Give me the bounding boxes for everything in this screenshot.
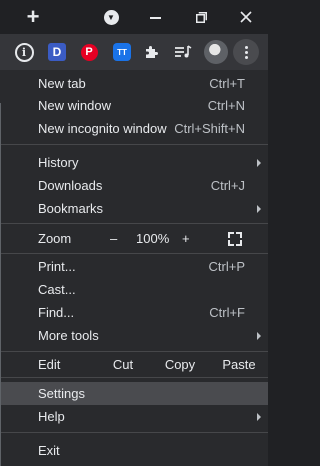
menu-separator [0, 351, 268, 352]
paste-button[interactable]: Paste [215, 353, 263, 376]
menu-item-new-tab[interactable]: New tab Ctrl+T [0, 72, 268, 95]
submenu-arrow-icon [257, 159, 261, 167]
menu-item-help[interactable]: Help [0, 405, 268, 428]
title-bar: + ▼ [0, 0, 268, 34]
minimize-icon [149, 17, 161, 19]
three-dots-icon[interactable] [233, 39, 259, 65]
menu-separator [0, 432, 268, 433]
menu-item-more-tools[interactable]: More tools [0, 324, 268, 347]
restore-button[interactable] [192, 0, 210, 34]
avatar[interactable] [203, 39, 229, 65]
menu-separator [0, 144, 268, 145]
zoom-in-button[interactable]: + [182, 227, 190, 250]
menu-separator [0, 223, 268, 224]
submenu-arrow-icon [257, 332, 261, 340]
menu-item-exit[interactable]: Exit [0, 439, 268, 462]
menu-item-downloads[interactable]: Downloads Ctrl+J [0, 174, 268, 197]
close-icon [240, 11, 252, 23]
submenu-arrow-icon [257, 205, 261, 213]
plus-icon[interactable]: + [22, 0, 44, 34]
menu-item-settings[interactable]: Settings [0, 382, 268, 405]
minimize-button[interactable] [146, 0, 164, 34]
profile-avatar-image [204, 40, 228, 64]
restore-icon [195, 11, 207, 23]
fullscreen-icon[interactable] [228, 232, 242, 246]
pinterest-icon[interactable]: P [77, 40, 101, 64]
chrome-main-menu: New tab Ctrl+T New window Ctrl+N New inc… [0, 70, 268, 466]
menu-item-zoom: Zoom – 100% + [0, 227, 268, 250]
menu-item-new-window[interactable]: New window Ctrl+N [0, 94, 268, 117]
puzzle-icon[interactable] [140, 40, 164, 64]
chevron-down-icon: ▼ [103, 9, 119, 25]
submenu-arrow-icon [257, 413, 261, 421]
window-edge [0, 103, 1, 466]
toolbar: i D P TT [0, 34, 268, 70]
cut-button[interactable]: Cut [100, 353, 146, 376]
extension-tt-icon[interactable]: TT [110, 40, 134, 64]
copy-button[interactable]: Copy [156, 353, 204, 376]
zoom-level: 100% [136, 231, 170, 246]
close-button[interactable] [236, 0, 256, 34]
menu-item-find[interactable]: Find... Ctrl+F [0, 301, 268, 324]
menu-separator [0, 377, 268, 378]
menu-item-history[interactable]: History [0, 151, 268, 174]
tab-search-button[interactable]: ▼ [101, 0, 121, 34]
menu-item-print[interactable]: Print... Ctrl+P [0, 255, 268, 278]
menu-item-bookmarks[interactable]: Bookmarks [0, 197, 268, 220]
menu-item-new-incognito-window[interactable]: New incognito window Ctrl+Shift+N [0, 117, 268, 140]
menu-separator [0, 253, 268, 254]
menu-item-cast[interactable]: Cast... [0, 278, 268, 301]
zoom-out-button[interactable]: – [110, 227, 117, 250]
media-control-icon[interactable] [171, 40, 195, 64]
extension-d-icon[interactable]: D [45, 40, 69, 64]
menu-item-edit: Edit Cut Copy Paste [0, 353, 268, 376]
info-icon[interactable]: i [12, 40, 36, 64]
